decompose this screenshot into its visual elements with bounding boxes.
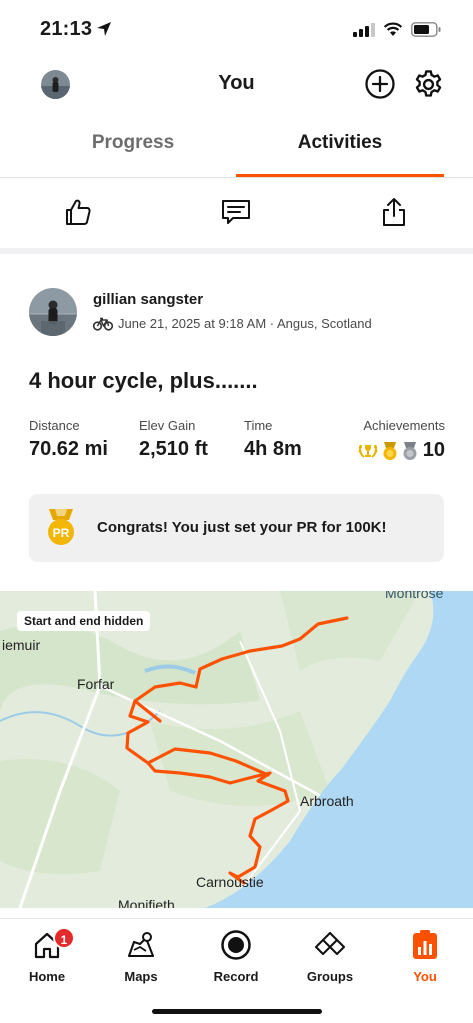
pr-medal-icon: PR	[48, 509, 74, 545]
nav-label: Home	[28, 969, 66, 984]
status-icons	[353, 22, 441, 37]
nav-label: You	[413, 969, 437, 984]
nav-label: Groups	[306, 969, 354, 984]
stat-label: Distance	[29, 418, 80, 433]
active-tab-indicator	[236, 174, 444, 177]
stat-label: Achievements	[363, 418, 445, 433]
battery-icon	[411, 22, 441, 37]
maps-icon	[127, 932, 155, 958]
location-arrow-icon	[97, 22, 111, 36]
record-icon	[221, 930, 251, 960]
map-label-iemuir: iemuir	[2, 637, 41, 653]
nav-label: Maps	[124, 969, 158, 984]
pr-badge-text: PR	[53, 526, 70, 540]
gear-icon[interactable]	[412, 68, 445, 101]
tab-activities[interactable]: Activities	[236, 132, 444, 154]
nav-maps[interactable]: Maps	[101, 929, 181, 984]
wifi-icon	[383, 22, 403, 36]
stat-elev-gain: Elev Gain 2,510 ft	[139, 418, 208, 461]
pr-message: Congrats! You just set your PR for 100K!	[97, 519, 387, 536]
notification-badge: 1	[53, 927, 75, 949]
map-label-montrose: Montrose	[385, 591, 444, 601]
stat-achievements[interactable]: Achievements 10	[357, 418, 445, 462]
stat-label: Time	[244, 418, 273, 433]
activity-meta: June 21, 2025 at 9:18 AM · Angus, Scotla…	[93, 316, 372, 331]
map-privacy-chip: Start and end hidden	[17, 611, 151, 631]
nav-groups[interactable]: Groups	[290, 929, 370, 984]
home-indicator	[152, 1009, 322, 1014]
activity-stats: Distance 70.62 mi Elev Gain 2,510 ft Tim…	[29, 418, 445, 468]
activity-title[interactable]: 4 hour cycle, plus.......	[29, 368, 258, 394]
tab-progress[interactable]: Progress	[0, 132, 266, 154]
groups-icon	[314, 931, 346, 956]
pr-banner[interactable]: PR Congrats! You just set your PR for 10…	[29, 494, 444, 562]
stat-value: 4h 8m	[244, 438, 302, 460]
share-icon[interactable]	[378, 196, 410, 228]
page-title: You	[218, 72, 255, 94]
trophy-laurel-icon	[358, 444, 378, 458]
activity-actions	[0, 178, 473, 254]
kudos-thumbs-up-icon[interactable]	[62, 196, 94, 228]
header: You	[0, 60, 473, 110]
status-time: 21:13	[40, 18, 93, 40]
stat-time: Time 4h 8m	[244, 418, 302, 461]
nav-you[interactable]: You	[385, 929, 465, 984]
nav-label: Record	[213, 969, 259, 984]
map-label-arbroath: Arbroath	[300, 793, 354, 809]
status-bar: 21:13	[0, 0, 473, 60]
route-map[interactable]: Start and end hidden Forfar Arbroath Car…	[0, 591, 473, 908]
map-canvas	[0, 591, 473, 908]
stat-distance: Distance 70.62 mi	[29, 418, 108, 461]
stat-label: Elev Gain	[139, 418, 196, 433]
bottom-nav: 1 Home Maps Record Groups You	[0, 918, 473, 1023]
cellular-signal-icon	[353, 22, 375, 37]
nav-record[interactable]: Record	[196, 929, 276, 984]
gold-medal-icon	[383, 441, 397, 460]
achievement-count: 10	[422, 439, 445, 461]
athlete-name[interactable]: gillian sangster	[93, 291, 203, 308]
map-label-carnoustie: Carnoustie	[196, 874, 264, 890]
athlete-avatar[interactable]	[29, 288, 77, 336]
map-label-monifieth: Monifieth	[118, 897, 175, 908]
stat-value: 2,510 ft	[139, 438, 208, 460]
activity-meta-text: June 21, 2025 at 9:18 AM · Angus, Scotla…	[118, 316, 372, 331]
you-chart-icon	[413, 930, 437, 959]
map-label-forfar: Forfar	[77, 676, 115, 692]
comment-icon[interactable]	[220, 196, 252, 228]
add-circle-icon[interactable]	[364, 68, 396, 100]
bike-icon	[93, 317, 113, 331]
nav-home[interactable]: 1 Home	[7, 927, 87, 984]
silver-medal-icon	[403, 441, 417, 460]
stat-value: 70.62 mi	[29, 438, 108, 460]
tab-bar: Progress Activities	[0, 118, 473, 178]
